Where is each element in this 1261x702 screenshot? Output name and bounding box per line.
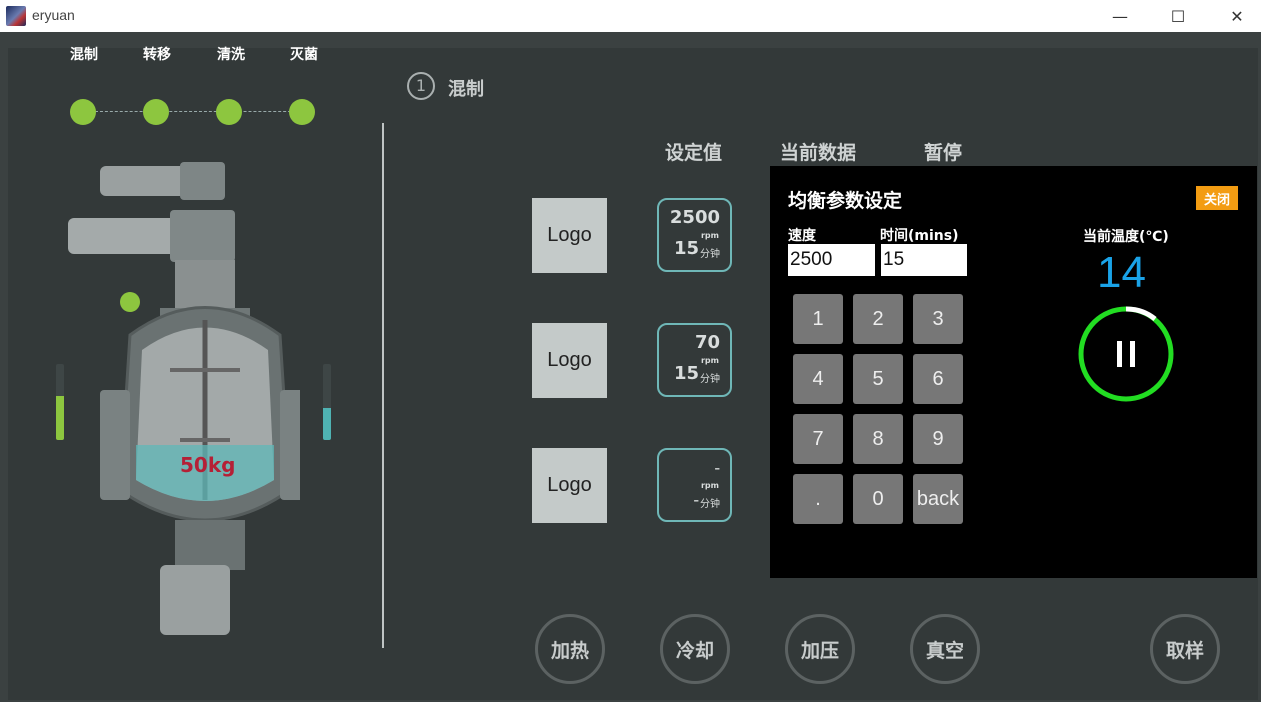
row1-mins-unit: 分钟 [700, 249, 720, 260]
minimize-button[interactable]: — [1097, 0, 1143, 32]
pause-icon [1117, 341, 1135, 367]
row1-rpm: 2500 [669, 207, 720, 228]
key-8[interactable]: 8 [853, 414, 903, 464]
temperature-value: 14 [1097, 248, 1146, 297]
current-step-title: 混制 [448, 79, 484, 100]
key-6[interactable]: 6 [913, 354, 963, 404]
row1-setting-box[interactable]: 2500 rpm 15 分钟 [657, 198, 732, 272]
close-window-button[interactable]: ✕ [1214, 0, 1260, 32]
row3-mins-unit: 分钟 [700, 499, 720, 510]
row1-rpm-unit: rpm [700, 231, 719, 240]
key-0[interactable]: 0 [853, 474, 903, 524]
row3-rpm-unit: rpm [700, 481, 719, 490]
key-5[interactable]: 5 [853, 354, 903, 404]
temperature-label: 当前温度(℃) [1083, 229, 1169, 245]
maximize-button[interactable]: ☐ [1155, 0, 1201, 32]
column-head-set-value: 设定值 [665, 142, 723, 164]
mixer-machine-illustration [68, 162, 300, 635]
pause-toggle-button[interactable] [1077, 305, 1175, 403]
key-2[interactable]: 2 [853, 294, 903, 344]
vertical-divider [382, 123, 384, 648]
step-connector [95, 111, 301, 112]
heat-button[interactable]: 加热 [535, 614, 605, 684]
step-label-mix: 混制 [70, 47, 98, 63]
step-label-transfer: 转移 [143, 47, 171, 63]
row3-logo[interactable]: Logo [532, 448, 607, 523]
row2-mins: 15 [673, 363, 699, 384]
row2-logo[interactable]: Logo [532, 323, 607, 398]
key-dot[interactable]: . [793, 474, 843, 524]
column-head-pause: 暂停 [924, 142, 963, 164]
row2-setting-box[interactable]: 70 rpm 15 分钟 [657, 323, 732, 397]
weight-readout: 50kg [180, 453, 236, 477]
app-icon [6, 6, 26, 26]
title-bar: eryuan — ☐ ✕ [0, 0, 1261, 32]
key-4[interactable]: 4 [793, 354, 843, 404]
step-dot-sterilize[interactable] [289, 99, 315, 125]
time-label: 时间(mins) [880, 228, 959, 244]
step-dot-clean[interactable] [216, 99, 242, 125]
speed-input[interactable]: 2500 [788, 244, 875, 276]
row2-mins-unit: 分钟 [700, 374, 720, 385]
balance-settings-dialog: 均衡参数设定 关闭 速度 2500 时间(mins) 15 1 2 3 4 5 … [770, 166, 1257, 578]
step-label-clean: 清洗 [217, 47, 245, 63]
right-level-gauge [323, 364, 331, 440]
step-dot-transfer[interactable] [143, 99, 169, 125]
step-dot-mix[interactable] [70, 99, 96, 125]
pressure-button[interactable]: 加压 [785, 614, 855, 684]
column-head-current-data: 当前数据 [780, 142, 857, 164]
row2-rpm: 70 [694, 332, 720, 353]
row3-mins: – [693, 494, 700, 507]
row2-rpm-unit: rpm [700, 356, 719, 365]
progress-ring [1078, 306, 1174, 402]
key-9[interactable]: 9 [913, 414, 963, 464]
row1-logo[interactable]: Logo [532, 198, 607, 273]
step-label-sterilize: 灭菌 [290, 47, 318, 63]
key-7[interactable]: 7 [793, 414, 843, 464]
window-title: eryuan [32, 7, 75, 23]
step-number-badge: 1 [407, 72, 435, 100]
key-3[interactable]: 3 [913, 294, 963, 344]
row3-setting-box[interactable]: – rpm – 分钟 [657, 448, 732, 522]
cool-button[interactable]: 冷却 [660, 614, 730, 684]
row1-mins: 15 [673, 238, 699, 259]
dialog-close-button[interactable]: 关闭 [1196, 186, 1238, 210]
right-gauge-fill [323, 408, 331, 440]
key-back[interactable]: back [913, 474, 963, 524]
dialog-title: 均衡参数设定 [788, 190, 903, 212]
speed-label: 速度 [788, 228, 816, 244]
vacuum-button[interactable]: 真空 [910, 614, 980, 684]
sample-button[interactable]: 取样 [1150, 614, 1220, 684]
row3-rpm: – [714, 462, 721, 475]
key-1[interactable]: 1 [793, 294, 843, 344]
time-input[interactable]: 15 [881, 244, 967, 276]
